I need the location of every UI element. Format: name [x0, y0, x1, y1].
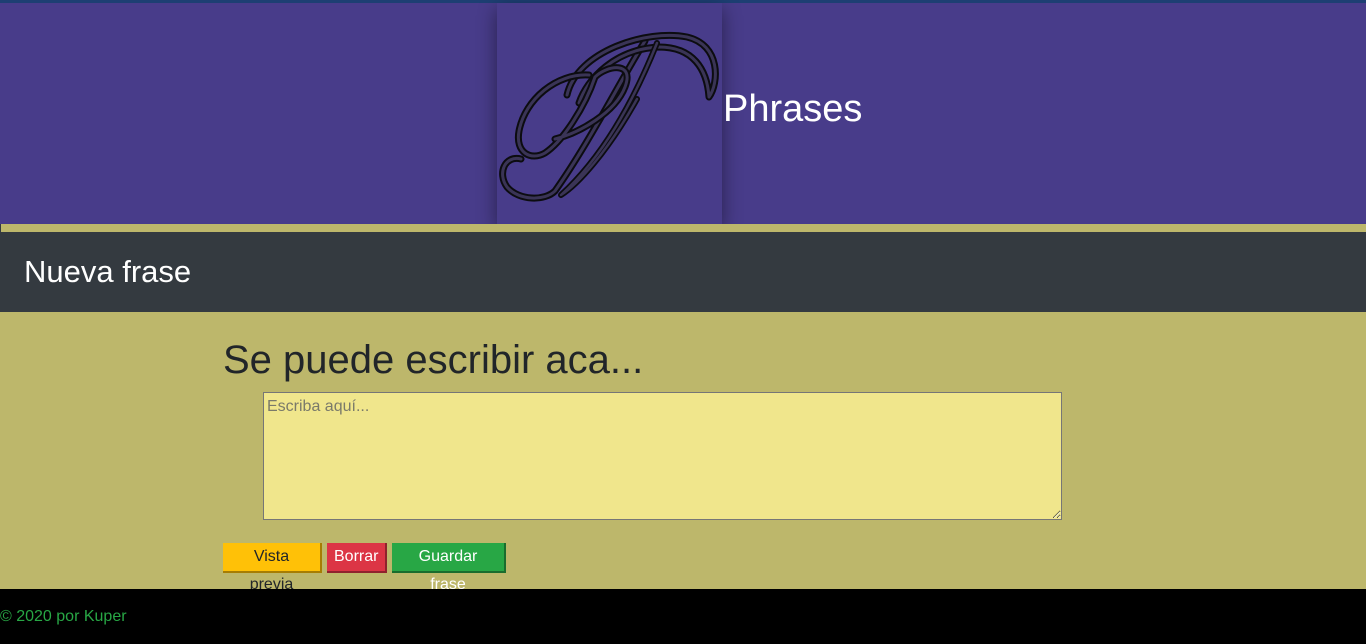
- save-phrase-button[interactable]: Guardar frase: [392, 543, 506, 593]
- script-letter-p-logo-icon: [499, 31, 719, 202]
- logo[interactable]: [497, 3, 722, 224]
- section-title: Nueva frase: [24, 254, 192, 289]
- delete-button[interactable]: Borrar: [327, 543, 387, 573]
- brand-name: Phrases: [723, 88, 863, 130]
- preview-button[interactable]: Vista previa: [223, 543, 322, 593]
- editor-prompt: Se puede escribir aca...: [223, 338, 644, 382]
- header-divider: [0, 224, 1366, 232]
- phrase-textarea[interactable]: [263, 392, 1062, 520]
- site-footer: [0, 589, 1366, 644]
- copyright-text: © 2020 por Kuper: [0, 608, 127, 625]
- section-header: [0, 232, 1366, 312]
